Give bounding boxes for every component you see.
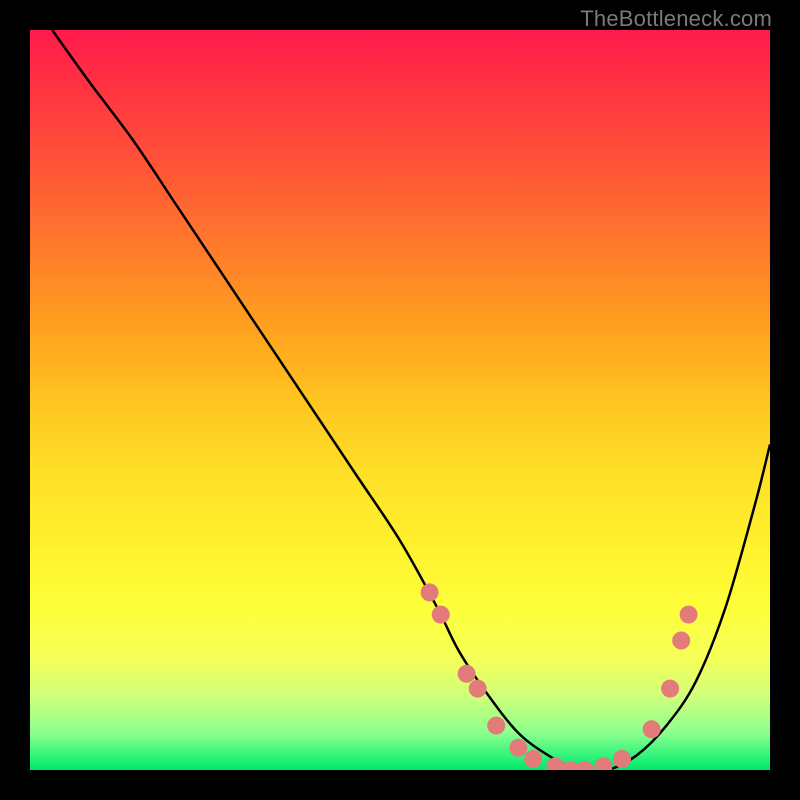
- gradient-background: [30, 30, 770, 770]
- watermark-text: TheBottleneck.com: [580, 6, 772, 32]
- chart-container: TheBottleneck.com: [0, 0, 800, 800]
- plot-area: [30, 30, 770, 770]
